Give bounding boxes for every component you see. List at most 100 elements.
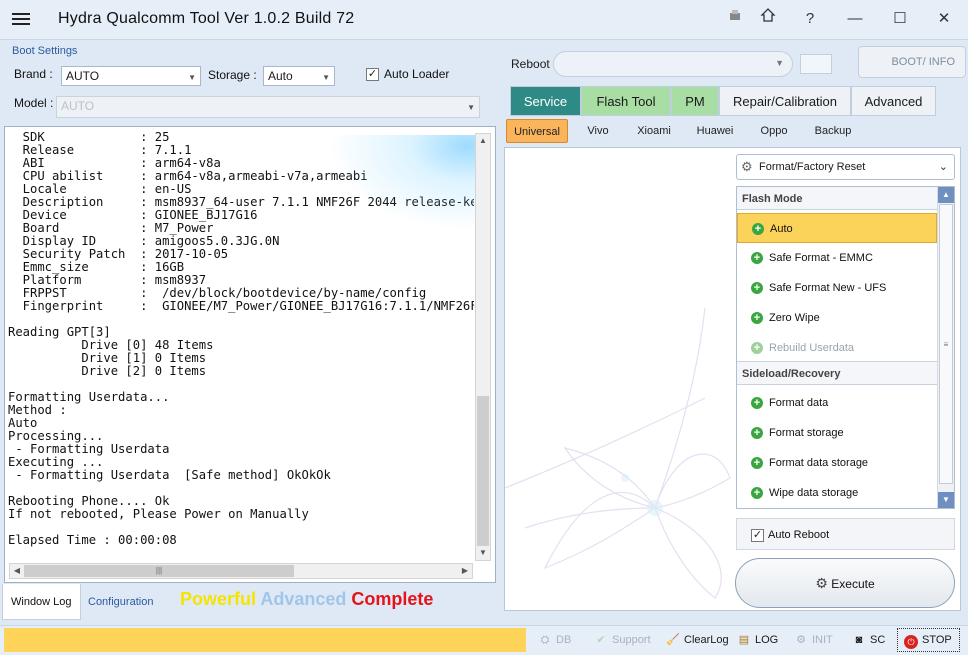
plus-icon: + xyxy=(751,487,763,499)
execute-label: Execute xyxy=(831,577,875,591)
tab-pm[interactable]: PM xyxy=(671,86,719,116)
app-title: Hydra Qualcomm Tool Ver 1.0.2 Build 72 xyxy=(58,10,355,27)
progress-bar xyxy=(4,628,526,652)
scroll-thumb[interactable] xyxy=(477,396,489,546)
list-item-format-data-storage[interactable]: + Format data storage xyxy=(737,448,937,478)
tagline-advanced: Advanced xyxy=(260,589,347,609)
subtab-vivo[interactable]: Vivo xyxy=(574,119,622,143)
storage-value: Auto xyxy=(268,69,293,83)
stop-button[interactable]: ⏻ STOP xyxy=(897,628,960,652)
scroll-up-icon[interactable]: ▲ xyxy=(476,134,490,148)
gear-icon: ⚙ xyxy=(741,159,753,174)
scroll-down-icon[interactable]: ▼ xyxy=(938,492,954,508)
sc-button[interactable]: ◙ SC xyxy=(852,632,886,648)
tagline-powerful: Powerful xyxy=(180,589,257,609)
help-icon[interactable]: ? xyxy=(797,6,823,32)
reboot-go-button[interactable] xyxy=(800,54,832,74)
list-item-label: Format data xyxy=(769,397,829,409)
execute-button[interactable]: ⚙ Execute xyxy=(735,558,955,608)
clearlog-button[interactable]: 🧹 ClearLog xyxy=(666,632,729,648)
boot-settings-title: Boot Settings xyxy=(12,45,78,57)
operation-list: Flash Mode + Auto + Safe Format - EMMC +… xyxy=(736,186,955,509)
tab-window-log[interactable]: Window Log xyxy=(2,584,81,620)
auto-reboot-checkbox[interactable]: ✓ xyxy=(751,529,764,542)
log-label: LOG xyxy=(755,634,779,646)
list-item-auto[interactable]: + Auto xyxy=(737,213,937,243)
plus-icon: + xyxy=(751,342,763,354)
model-select[interactable]: AUTO ▼ xyxy=(56,96,480,118)
log-icon: ▤ xyxy=(738,634,750,646)
list-item-label: Format data storage xyxy=(769,457,869,469)
scroll-thumb[interactable]: ≡ xyxy=(939,204,953,484)
tagline-complete: Complete xyxy=(351,589,434,609)
db-tool-icon[interactable] xyxy=(722,6,748,32)
scroll-right-icon[interactable]: ▶ xyxy=(458,564,472,578)
list-item-label: Wipe data storage xyxy=(769,487,859,499)
camera-icon: ◙ xyxy=(855,634,863,646)
chevron-down-icon: ⌄ xyxy=(938,161,948,173)
tab-configuration[interactable]: Configuration xyxy=(80,584,161,620)
plus-icon: + xyxy=(751,312,763,324)
operation-select[interactable]: ⚙ Format/Factory Reset ⌄ xyxy=(736,154,955,180)
chevron-down-icon: ▼ xyxy=(467,103,475,112)
reboot-select[interactable]: ▼ xyxy=(553,51,793,77)
minimize-button[interactable]: — xyxy=(842,6,868,32)
operation-value: Format/Factory Reset xyxy=(759,161,866,173)
storage-select[interactable]: Auto ▼ xyxy=(263,66,335,86)
plus-icon: + xyxy=(751,282,763,294)
list-item-safe-format-new-ufs[interactable]: + Safe Format New - UFS xyxy=(737,273,937,303)
log-horizontal-scrollbar[interactable]: ◀ ||| ▶ xyxy=(9,563,473,579)
plus-icon: + xyxy=(751,252,763,264)
list-item-zero-wipe[interactable]: + Zero Wipe xyxy=(737,303,937,333)
close-button[interactable]: ✕ xyxy=(931,6,957,32)
db-label: DB xyxy=(556,634,572,646)
boot-info-button[interactable]: BOOT/ INFO xyxy=(858,46,966,78)
log-button[interactable]: ▤ LOG xyxy=(737,632,778,648)
db-button[interactable]: ⛭ DB xyxy=(538,632,572,648)
hamburger-menu-icon[interactable] xyxy=(12,10,30,28)
auto-reboot-group: ✓ Auto Reboot xyxy=(736,518,955,550)
chevron-down-icon: ▼ xyxy=(188,73,196,82)
list-item-wipe-data-storage[interactable]: + Wipe data storage xyxy=(737,478,937,508)
tab-flash-tool[interactable]: Flash Tool xyxy=(581,86,671,116)
list-item-label: Zero Wipe xyxy=(769,312,820,324)
scroll-down-icon[interactable]: ▼ xyxy=(476,546,490,560)
subtab-backup[interactable]: Backup xyxy=(804,119,862,143)
plus-icon: + xyxy=(751,457,763,469)
support-button[interactable]: ✔ Support xyxy=(594,632,650,648)
subtab-oppo[interactable]: Oppo xyxy=(750,119,798,143)
scroll-left-icon[interactable]: ◀ xyxy=(10,564,24,578)
title-bar: Hydra Qualcomm Tool Ver 1.0.2 Build 72 ?… xyxy=(0,0,968,40)
init-button[interactable]: ⚙ INIT xyxy=(794,632,833,648)
list-item-format-data[interactable]: + Format data xyxy=(737,388,937,418)
clearlog-label: ClearLog xyxy=(684,634,729,646)
subtab-universal[interactable]: Universal xyxy=(506,119,568,143)
plus-icon: + xyxy=(751,397,763,409)
list-item-safe-format-emmc[interactable]: + Safe Format - EMMC xyxy=(737,243,937,273)
init-label: INIT xyxy=(812,634,833,646)
subtab-xioami[interactable]: Xioami xyxy=(628,119,680,143)
log-vertical-scrollbar[interactable]: ▲ ▼ xyxy=(475,133,491,561)
subtab-huawei[interactable]: Huawei xyxy=(688,119,742,143)
model-label: Model : xyxy=(14,96,54,110)
storage-label: Storage : xyxy=(208,68,257,82)
list-item-label: Safe Format - EMMC xyxy=(769,252,873,264)
home-icon[interactable] xyxy=(755,6,781,32)
scroll-up-icon[interactable]: ▲ xyxy=(938,187,954,203)
auto-loader-label: Auto Loader xyxy=(384,67,450,81)
tab-repair-calibration[interactable]: Repair/Calibration xyxy=(719,86,851,116)
scroll-thumb[interactable]: ||| xyxy=(24,565,294,577)
list-item-format-storage[interactable]: + Format storage xyxy=(737,418,937,448)
tab-advanced[interactable]: Advanced xyxy=(851,86,936,116)
brand-select[interactable]: AUTO ▼ xyxy=(61,66,201,86)
tagline: Powerful Advanced Complete xyxy=(180,589,433,610)
chevron-down-icon: ▼ xyxy=(775,58,784,68)
status-bar: ⛭ DB ✔ Support 🧹 ClearLog ▤ LOG ⚙ INIT ◙ SC ⏻ S… xyxy=(0,625,968,655)
list-scrollbar[interactable]: ▲ ≡ ▼ xyxy=(937,187,954,508)
list-item-label: Safe Format New - UFS xyxy=(769,282,887,294)
tab-service[interactable]: Service xyxy=(510,86,581,116)
maximize-button[interactable]: ☐ xyxy=(887,6,913,32)
auto-loader-checkbox[interactable]: ✓ xyxy=(366,68,379,81)
broom-icon: 🧹 xyxy=(666,634,680,646)
list-item-label: Format storage xyxy=(769,427,844,439)
